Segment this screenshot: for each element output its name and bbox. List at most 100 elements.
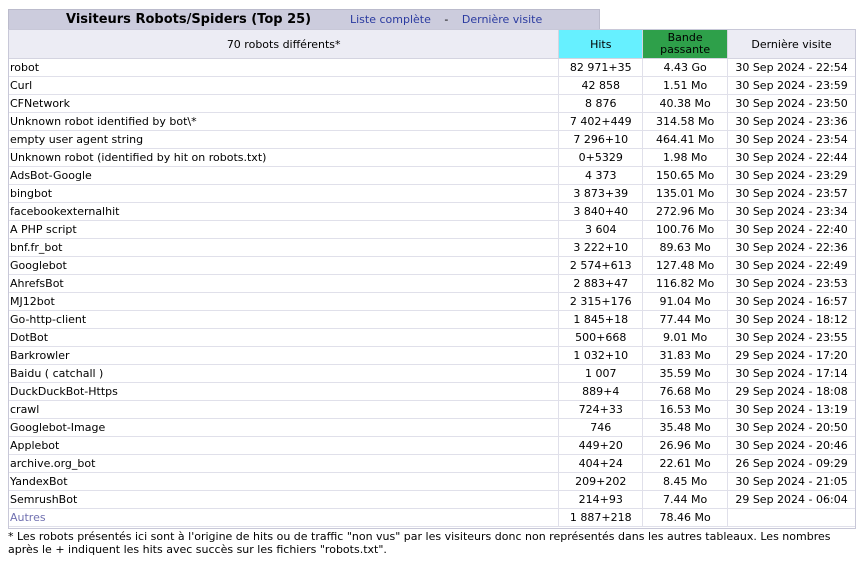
hits-cell: 404+24: [558, 454, 643, 473]
table-row: MJ12bot 2 315+176 91.04 Mo 30 Sep 2024 - 16…: [9, 292, 855, 311]
bandwidth-cell: 127.48 Mo: [642, 256, 728, 275]
header-bandwidth: Bande passante: [642, 30, 729, 59]
robot-name: facebookexternalhit: [9, 202, 559, 221]
bandwidth-cell: 78.46 Mo: [642, 508, 728, 527]
robot-name: DuckDuckBot-Https: [9, 382, 559, 401]
last-visit-cell: 26 Sep 2024 - 09:29: [727, 454, 855, 473]
last-visit-cell: 29 Sep 2024 - 17:20: [727, 346, 855, 365]
robot-name: crawl: [9, 400, 559, 419]
robot-name: DotBot: [9, 328, 559, 347]
last-visit-cell: 30 Sep 2024 - 22:40: [727, 220, 855, 239]
last-visit-cell: 30 Sep 2024 - 23:50: [727, 94, 855, 113]
hits-cell: 3 873+39: [558, 184, 643, 203]
bandwidth-cell: 16.53 Mo: [642, 400, 728, 419]
last-visit-cell: 29 Sep 2024 - 06:04: [727, 490, 855, 509]
bandwidth-cell: 4.43 Go: [642, 58, 728, 77]
table-row: YandexBot 209+202 8.45 Mo 30 Sep 2024 - 21:…: [9, 472, 855, 491]
robot-name: SemrushBot: [9, 490, 559, 509]
last-visit-cell: 29 Sep 2024 - 18:08: [727, 382, 855, 401]
last-visit-cell: 30 Sep 2024 - 20:46: [727, 436, 855, 455]
bandwidth-cell: 76.68 Mo: [642, 382, 728, 401]
last-visit-cell: 30 Sep 2024 - 23:53: [727, 274, 855, 293]
bandwidth-cell: 1.51 Mo: [642, 76, 728, 95]
hits-cell: 1 845+18: [558, 310, 643, 329]
table-row: DuckDuckBot-Https 889+4 76.68 Mo 29 Sep 202…: [9, 382, 855, 401]
last-visit-cell: 30 Sep 2024 - 20:50: [727, 418, 855, 437]
robot-name: empty user agent string: [9, 130, 559, 149]
robot-name: archive.org_bot: [9, 454, 559, 473]
header-links: Liste complète - Dernière visite: [350, 13, 542, 26]
table-body: robot 82 971+35 4.43 Go 30 Sep 2024 - 22:54…: [9, 58, 855, 527]
hits-cell: 889+4: [558, 382, 643, 401]
bandwidth-cell: 40.38 Mo: [642, 94, 728, 113]
others-label: Autres: [9, 508, 559, 527]
robot-name: AhrefsBot: [9, 274, 559, 293]
hits-cell: 449+20: [558, 436, 643, 455]
robot-name: Go-http-client: [9, 310, 559, 329]
table-row: Googlebot-Image 746 35.48 Mo 30 Sep 2024 - …: [9, 418, 855, 437]
table-row: robot 82 971+35 4.43 Go 30 Sep 2024 - 22:54: [9, 58, 855, 77]
hits-cell: 3 604: [558, 220, 643, 239]
robot-name: Unknown robot (identified by hit on robo…: [9, 148, 559, 167]
hits-cell: 3 222+10: [558, 238, 643, 257]
table-row: Googlebot 2 574+613 127.48 Mo 30 Sep 2024 -…: [9, 256, 855, 275]
robot-name: Barkrowler: [9, 346, 559, 365]
last-visit-cell: 30 Sep 2024 - 13:19: [727, 400, 855, 419]
header-bandwidth-line2: passante: [660, 43, 711, 56]
table-row: empty user agent string 7 296+10 464.41 Mo…: [9, 130, 855, 149]
hits-cell: 82 971+35: [558, 58, 643, 77]
hits-cell: 1 032+10: [558, 346, 643, 365]
table-row: Barkrowler 1 032+10 31.83 Mo 29 Sep 2024 - …: [9, 346, 855, 365]
bandwidth-cell: 464.41 Mo: [642, 130, 728, 149]
table-row: AhrefsBot 2 883+47 116.82 Mo 30 Sep 2024 - …: [9, 274, 855, 293]
header-last-visit: Dernière visite: [727, 30, 855, 59]
others-row: Autres 1 887+218 78.46 Mo: [9, 508, 855, 527]
hits-cell: 0+5329: [558, 148, 643, 167]
last-visit-cell: 30 Sep 2024 - 23:36: [727, 112, 855, 131]
header-robot-count: 70 robots différents*: [9, 30, 560, 59]
section-header: Visiteurs Robots/Spiders (Top 25) Liste …: [8, 9, 600, 29]
last-visit-cell: 30 Sep 2024 - 21:05: [727, 472, 855, 491]
robot-name: Applebot: [9, 436, 559, 455]
hits-cell: 724+33: [558, 400, 643, 419]
bandwidth-cell: 89.63 Mo: [642, 238, 728, 257]
hits-cell: 209+202: [558, 472, 643, 491]
bandwidth-cell: 1.98 Mo: [642, 148, 728, 167]
table-row: bnf.fr_bot 3 222+10 89.63 Mo 30 Sep 2024 - …: [9, 238, 855, 257]
bandwidth-cell: 31.83 Mo: [642, 346, 728, 365]
last-visit-cell: 30 Sep 2024 - 23:57: [727, 184, 855, 203]
robot-name: CFNetwork: [9, 94, 559, 113]
bandwidth-cell: 91.04 Mo: [642, 292, 728, 311]
last-visit-cell: 30 Sep 2024 - 22:36: [727, 238, 855, 257]
bandwidth-cell: 314.58 Mo: [642, 112, 728, 131]
table-row: crawl 724+33 16.53 Mo 30 Sep 2024 - 13:19: [9, 400, 855, 419]
link-separator: -: [444, 13, 449, 26]
hits-cell: 4 373: [558, 166, 643, 185]
last-visit-cell: 30 Sep 2024 - 23:59: [727, 76, 855, 95]
full-list-link[interactable]: Liste complète: [350, 13, 431, 26]
last-visit-cell: 30 Sep 2024 - 18:12: [727, 310, 855, 329]
header-hits: Hits: [558, 30, 644, 59]
hits-cell: 214+93: [558, 490, 643, 509]
bandwidth-cell: 150.65 Mo: [642, 166, 728, 185]
hits-cell: 42 858: [558, 76, 643, 95]
hits-cell: 746: [558, 418, 643, 437]
table-row: AdsBot-Google 4 373 150.65 Mo 30 Sep 2024 -…: [9, 166, 855, 185]
table-row: bingbot 3 873+39 135.01 Mo 30 Sep 2024 - 23…: [9, 184, 855, 203]
hits-cell: 2 315+176: [558, 292, 643, 311]
last-visit-link[interactable]: Dernière visite: [462, 13, 542, 26]
last-visit-cell: 30 Sep 2024 - 23:29: [727, 166, 855, 185]
robot-name: Baidu ( catchall ): [9, 364, 559, 383]
robot-name: A PHP script: [9, 220, 559, 239]
table-row: Unknown robot identified by bot\* 7 402+4…: [9, 112, 855, 131]
hits-cell: 500+668: [558, 328, 643, 347]
hits-cell: 1 887+218: [558, 508, 643, 527]
table-row: Applebot 449+20 26.96 Mo 30 Sep 2024 - 20:4…: [9, 436, 855, 455]
footnote: * Les robots présentés ici sont à l'orig…: [8, 530, 831, 556]
table-row: Go-http-client 1 845+18 77.44 Mo 30 Sep 202…: [9, 310, 855, 329]
table-row: SemrushBot 214+93 7.44 Mo 29 Sep 2024 - 06:…: [9, 490, 855, 509]
table-row: DotBot 500+668 9.01 Mo 30 Sep 2024 - 23:55: [9, 328, 855, 347]
bandwidth-cell: 35.48 Mo: [642, 418, 728, 437]
last-visit-cell: 30 Sep 2024 - 22:49: [727, 256, 855, 275]
table-row: CFNetwork 8 876 40.38 Mo 30 Sep 2024 - 23:5…: [9, 94, 855, 113]
